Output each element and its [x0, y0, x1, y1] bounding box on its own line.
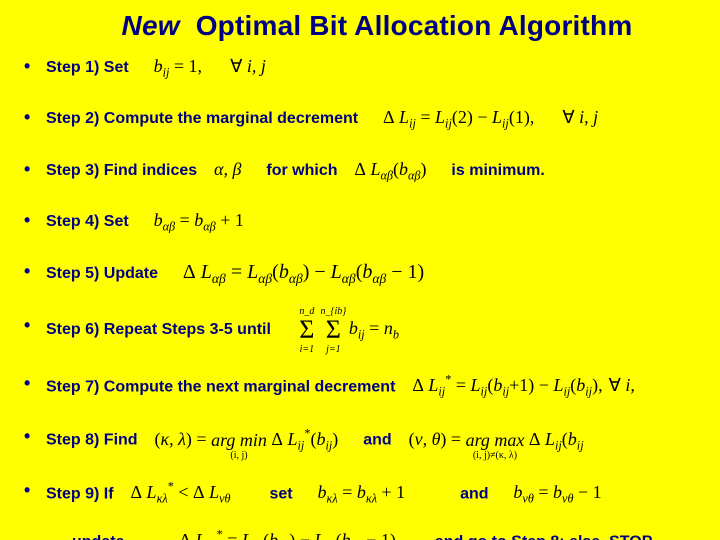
step-2: Step 2) Compute the marginal decrement Δ… [20, 107, 704, 130]
step-8: Step 8) Find (κ, λ) = arg min(i, j) Δ Li… [20, 426, 704, 452]
step-label: Step 9) If [46, 485, 114, 502]
step-math: Δ Lij* = Lij(bij+1) − Lij(bij),∀ i, [410, 375, 637, 395]
step-math: Δ Lκλ* < Δ Lνθ [128, 482, 232, 502]
step-math: bij = 1,∀ i, j [152, 56, 268, 76]
step-1: Step 1) Set bij = 1,∀ i, j [20, 56, 704, 79]
step-math: Δ Lαβ = Lαβ(bαβ) − Lαβ(bαβ − 1) [181, 261, 426, 283]
step-label: Step 6) Repeat Steps 3-5 until [46, 321, 271, 338]
update-math: Δ Lκλ* = Lκλ(bκλ) − Lκλ(bκλ − 1) [177, 530, 398, 540]
and-word: and [460, 485, 488, 502]
step-math-3: bνθ = bνθ − 1 [511, 482, 603, 502]
step-7: Step 7) Compute the next marginal decrem… [20, 373, 704, 399]
step-3: Step 3) Find indices α, β for which Δ Lα… [20, 159, 704, 182]
slide-title: New Optimal Bit Allocation Algorithm [50, 10, 704, 42]
step-math: (κ, λ) = arg min(i, j) Δ Lij*(bij) [152, 429, 344, 449]
step-math-2: Δ Lαβ(bαβ) [352, 159, 428, 179]
step-label: Step 7) Compute the next marginal decrem… [46, 378, 395, 395]
step-math: α, β [212, 159, 243, 179]
step-label: Step 4) Set [46, 213, 129, 230]
step-label: Step 8) Find [46, 432, 138, 449]
step-5: Step 5) Update Δ Lαβ = Lαβ(bαβ) − Lαβ(bα… [20, 261, 704, 286]
step-math: bαβ = bαβ + 1 [152, 210, 246, 230]
title-emph: New [122, 10, 180, 41]
step-math: Σn_di=1 Σn_{ib}j=1 bij = nb [294, 318, 401, 338]
step-label-2: for which [266, 162, 337, 179]
step-label: Step 1) Set [46, 59, 129, 76]
step-math: Δ Lij = Lij(2) − Lij(1),∀ i, j [381, 107, 600, 127]
step-label-3: is minimum. [451, 162, 544, 179]
slide: New Optimal Bit Allocation Algorithm Ste… [0, 0, 720, 540]
step-9: Step 9) If Δ Lκλ* < Δ Lνθ set bκλ = bκλ … [20, 480, 704, 506]
update-label: update [72, 533, 124, 540]
step-label: Step 5) Update [46, 265, 158, 282]
step-label: Step 3) Find indices [46, 162, 197, 179]
step-4: Step 4) Set bαβ = bαβ + 1 [20, 210, 704, 233]
and-word: and [363, 432, 391, 449]
step-6: Step 6) Repeat Steps 3-5 until Σn_di=1 Σ… [20, 315, 704, 345]
tail-label: and go to Step 8; else, STOP. [435, 533, 655, 540]
step-math-2: bκλ = bκλ + 1 [316, 482, 408, 502]
step-label: Step 2) Compute the marginal decrement [46, 110, 358, 127]
step-9-continuation: update Δ Lκλ* = Lκλ(bκλ) − Lκλ(bκλ − 1) … [72, 528, 704, 540]
steps-list: Step 1) Set bij = 1,∀ i, j Step 2) Compu… [16, 56, 704, 506]
step-label-2: set [269, 485, 292, 502]
title-rest: Optimal Bit Allocation Algorithm [196, 10, 633, 41]
step-math-2: (ν, θ) = arg max(i, j)≠(κ, λ) Δ Lij(bij [407, 429, 586, 449]
